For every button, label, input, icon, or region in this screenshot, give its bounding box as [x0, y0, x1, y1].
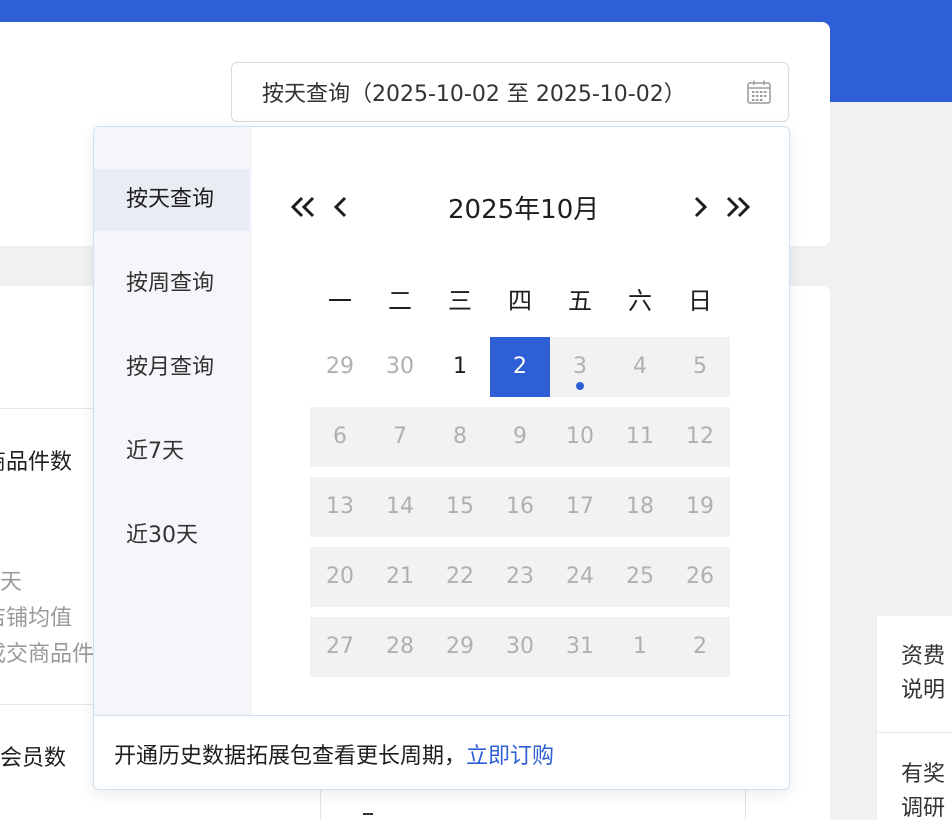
weekday-header: 三 [448, 287, 472, 315]
calendar-day: 15 [446, 494, 474, 519]
calendar-day: 19 [686, 494, 714, 519]
period-option-30days[interactable]: 近30天 [94, 505, 250, 567]
period-option-day[interactable]: 按天查询 [94, 169, 250, 231]
weekday-header: 四 [508, 287, 532, 315]
weekday-header: 六 [628, 287, 652, 315]
calendar-day: 6 [333, 424, 347, 449]
calendar-day: 30 [506, 634, 534, 659]
calendar-day: 23 [506, 564, 534, 589]
upgrade-notice-text: 开通历史数据拓展包查看更长周期， [114, 743, 467, 769]
calendar-day: 8 [453, 424, 467, 449]
calendar-day: 30 [386, 354, 414, 379]
metric-box [320, 786, 746, 820]
calendar-day: 13 [326, 494, 354, 519]
calendar-day: 12 [686, 424, 714, 449]
metric-label-members: 交会员数 [0, 746, 67, 771]
help-link-fees[interactable]: 资费 [901, 640, 945, 674]
period-option-7days[interactable]: 近7天 [94, 421, 250, 483]
calendar-day: 22 [446, 564, 474, 589]
calendar-day: 18 [626, 494, 654, 519]
calendar-day: 26 [686, 564, 714, 589]
calendar-day: 2 [693, 634, 707, 659]
calendar-day: 31 [566, 634, 594, 659]
date-range-input[interactable]: 按天查询（2025-10-02 至 2025-10-02） [231, 62, 789, 122]
prev-month-icon[interactable] [326, 191, 358, 223]
survey-link-research[interactable]: 调研 [901, 792, 945, 820]
divider [0, 408, 100, 409]
upgrade-notice: 开通历史数据拓展包查看更长周期， 立即订购 [94, 715, 789, 789]
month-title: 2025年10月 [448, 195, 600, 225]
prev-year-icon[interactable] [288, 191, 320, 223]
weekday-header: 日 [688, 287, 712, 315]
calendar-day: 10 [566, 424, 594, 449]
metric-label-item-count: 商品件数 [0, 450, 73, 475]
side-help-panel: 资费 说明 有奖 调研 [876, 616, 952, 820]
metric-caption-deal-items: 成交商品件 [0, 642, 95, 667]
calendar-day: 29 [446, 634, 474, 659]
divider [0, 704, 100, 705]
metric-caption-day: 一天 [0, 570, 23, 595]
calendar-day: 24 [566, 564, 594, 589]
calendar-day: 16 [506, 494, 534, 519]
calendar-day: 17 [566, 494, 594, 519]
calendar-icon[interactable] [746, 79, 772, 105]
calendar-day: 5 [693, 354, 707, 379]
calendar-day: 7 [393, 424, 407, 449]
period-sidebar: 按天查询 按周查询 按月查询 近7天 近30天 [94, 127, 252, 715]
metric-caption-store-avg: 店铺均值 [0, 606, 73, 631]
calendar-day: 25 [626, 564, 654, 589]
calendar-day-selected[interactable]: 2 [490, 337, 550, 397]
calendar-day: 29 [326, 354, 354, 379]
empty-value-dash [363, 813, 373, 815]
next-year-icon[interactable] [722, 191, 754, 223]
calendar-day: 11 [626, 424, 654, 449]
calendar-day: 4 [633, 354, 647, 379]
calendar-day: 20 [326, 564, 354, 589]
date-picker-popup: 按天查询 按周查询 按月查询 近7天 近30天 2025年10月 一 二 三 四 五 六 日… [93, 126, 790, 790]
date-range-value: 按天查询（2025-10-02 至 2025-10-02） [262, 82, 686, 107]
calendar-day: 14 [386, 494, 414, 519]
survey-link-prize[interactable]: 有奖 [901, 758, 945, 792]
calendar-day: 9 [513, 424, 527, 449]
calendar-day: 28 [386, 634, 414, 659]
subscribe-link[interactable]: 立即订购 [466, 738, 554, 770]
weekday-header: 一 [328, 287, 352, 315]
calendar-day[interactable]: 1 [430, 337, 490, 397]
calendar-day: 27 [326, 634, 354, 659]
help-link-explain[interactable]: 说明 [901, 674, 945, 708]
next-month-icon[interactable] [684, 191, 716, 223]
today-indicator-dot [576, 382, 584, 390]
calendar-day: 1 [633, 634, 647, 659]
period-option-week[interactable]: 按周查询 [94, 253, 250, 315]
weekday-header: 五 [568, 287, 592, 315]
period-option-month[interactable]: 按月查询 [94, 337, 250, 399]
divider [877, 732, 952, 733]
weekday-header: 二 [388, 287, 412, 315]
calendar-day: 21 [386, 564, 414, 589]
